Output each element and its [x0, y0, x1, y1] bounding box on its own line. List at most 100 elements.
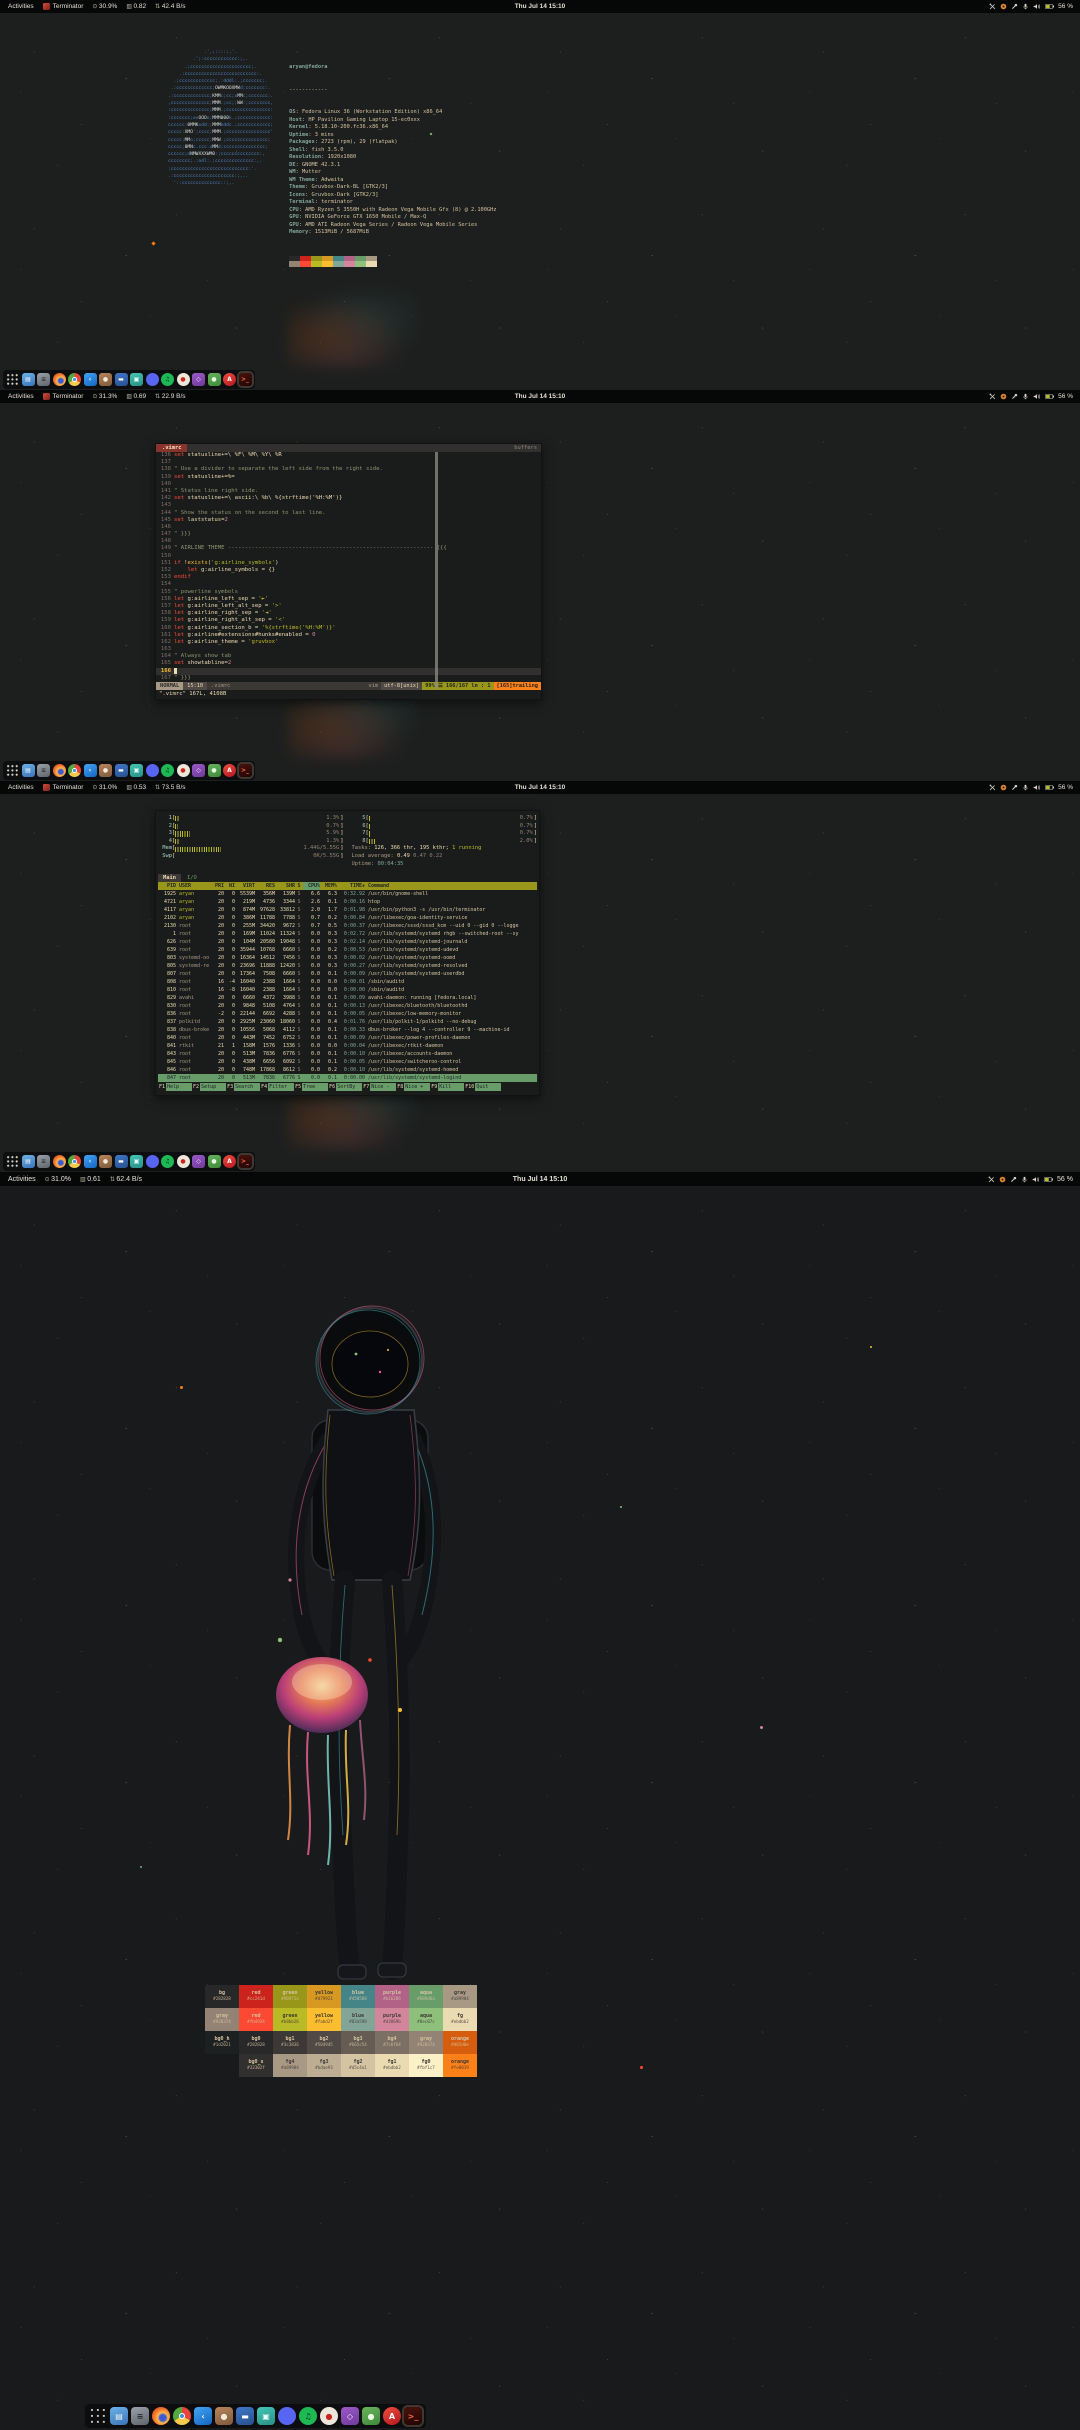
volume-icon[interactable] [1032, 1176, 1040, 1183]
discord-dock-icon[interactable] [278, 2407, 296, 2425]
cpu-usage-indicator[interactable]: ⊙ 31.0% [92, 784, 117, 791]
microphone-icon[interactable] [1022, 393, 1029, 400]
htop-process-row[interactable]: 626 root 20 0 104M 20580 19048 S 0.0 0.3 0:02.14/u… [158, 938, 537, 946]
tweaks-dock-icon[interactable]: ◇ [192, 373, 205, 386]
writer-dock-icon[interactable]: ▬ [114, 764, 128, 777]
fkey-f8[interactable]: F8 [396, 1083, 404, 1091]
htop-column-command[interactable]: Command [365, 882, 537, 890]
microphone-icon[interactable] [1022, 3, 1029, 10]
files-dock-icon[interactable]: ▤ [21, 1155, 35, 1168]
files-dock-icon[interactable]: ▤ [110, 2407, 128, 2425]
firefox-dock-icon[interactable] [52, 1155, 66, 1168]
desktop[interactable]: bg #282828 red #cc241d green #98971a yellow #d7… [0, 1186, 1080, 2430]
vscode-dock-icon[interactable]: ‹ [83, 764, 97, 777]
terminator-dock-icon[interactable]: >_ [238, 373, 252, 386]
microphone-icon[interactable] [1022, 784, 1029, 791]
htop-column-shr[interactable]: SHR [275, 882, 295, 890]
green-app-dock-icon[interactable]: ● [207, 373, 221, 386]
tools-icon[interactable] [989, 393, 996, 400]
chrome-dock-icon[interactable] [68, 1155, 81, 1168]
network-speed-indicator[interactable]: ⇅ 62.4 B/s [110, 1176, 142, 1183]
media-player-dock-icon[interactable]: ● [176, 1155, 190, 1168]
fkey-action-search[interactable]: Search [234, 1082, 261, 1091]
system-tray[interactable]: 56 % [989, 3, 1080, 10]
gimp-dock-icon[interactable]: ● [215, 2407, 233, 2425]
red-a-app-dock-icon[interactable]: A [223, 764, 236, 777]
htop-process-row[interactable]: 840 root 20 0 443M 7452 6752 S 0.0 0.1 0:00.09/usr… [158, 1034, 537, 1042]
spotify-dock-icon[interactable]: ♫ [161, 764, 174, 777]
htop-process-row[interactable]: 807 root 20 0 17364 7508 6660 S 0.0 0.1 0:00.09/us… [158, 970, 537, 978]
red-a-app-dock-icon[interactable]: A [383, 2407, 401, 2425]
gimp-dock-icon[interactable]: ● [99, 373, 112, 386]
update-indicator-icon[interactable] [999, 1176, 1006, 1183]
htop-process-row[interactable]: 829 avahi 20 0 6660 4372 3988 S 0.0 0.1 0:00.09 ava… [158, 994, 537, 1002]
battery-icon[interactable] [1045, 394, 1055, 399]
htop-process-row[interactable]: 1925 aryan 20 0 5539M 356M 139M S 6.6 6.3 0:32.92/… [158, 890, 537, 898]
tweaks-dock-icon[interactable]: ◇ [341, 2407, 359, 2425]
color-picker-icon[interactable] [1011, 393, 1018, 400]
htop-column-res[interactable]: RES [255, 882, 275, 890]
system-tray[interactable]: 56 % [988, 1176, 1080, 1183]
vscode-dock-icon[interactable]: ‹ [194, 2407, 212, 2425]
color-picker-icon[interactable] [1011, 784, 1018, 791]
htop-process-row[interactable]: 4117 aryan 20 0 874M 97628 33812 S 2.0 1.7 0:01.98… [158, 906, 537, 914]
clock-button[interactable]: Thu Jul 14 15:10 [515, 784, 566, 791]
desktop[interactable]: .',;::::;,'. .';:cccccccccccc:;,. .;cccc… [0, 13, 1080, 390]
htop-process-row[interactable]: 639 root 20 0 35944 10768 6660 S 0.0 0.2 0:00.53/u… [158, 946, 537, 954]
memory-load-indicator[interactable]: ▥ 0.82 [126, 3, 146, 10]
system-tray[interactable]: 56 % [989, 784, 1080, 791]
terminator-dock-icon[interactable]: >_ [404, 2407, 422, 2425]
discord-dock-icon[interactable] [145, 1155, 159, 1168]
htop-process-row[interactable]: 810 root 16 -8 16040 2388 1664 S 0.0 0.0 0:00.00/s… [158, 986, 537, 994]
vim-editor-area[interactable]: 136 set statusline+=\ %F\ %M\ %Y\ %R 137 13… [156, 452, 541, 682]
tweaks-dock-icon[interactable]: ◇ [192, 1155, 205, 1168]
gimp-dock-icon[interactable]: ● [99, 1155, 112, 1168]
gimp-dock-icon[interactable]: ● [99, 764, 112, 777]
show-apps-dock-icon[interactable] [89, 2407, 107, 2425]
fkey-action-sortby[interactable]: SortBy [336, 1082, 363, 1091]
fkey-action-nice[interactable]: Nice - [370, 1082, 397, 1091]
red-a-app-dock-icon[interactable]: A [223, 1155, 236, 1168]
htop-process-row[interactable]: 1 root 20 0 169M 11024 11324 S 0.0 0.3 0:02.72/usr… [158, 930, 537, 938]
update-indicator-icon[interactable] [1000, 784, 1007, 791]
text-editor-dock-icon[interactable]: ≡ [37, 1155, 50, 1168]
media-player-dock-icon[interactable]: ● [176, 373, 190, 386]
fkey-f7[interactable]: F7 [362, 1083, 370, 1091]
files-dock-icon[interactable]: ▤ [21, 764, 35, 777]
tools-icon[interactable] [988, 1176, 995, 1183]
htop-process-row[interactable]: 805 systemd-re 20 0 23696 11888 12420 S 0.0 0.3 0:… [158, 962, 537, 970]
vscode-dock-icon[interactable]: ‹ [83, 1155, 97, 1168]
vim-buffer-tab[interactable]: .vimrc [156, 444, 188, 452]
focused-app-menu[interactable]: Terminator [42, 3, 83, 10]
color-picker-icon[interactable] [1010, 1176, 1017, 1183]
spotify-dock-icon[interactable]: ♫ [161, 1155, 174, 1168]
focused-app-menu[interactable]: Terminator [42, 393, 83, 400]
htop-process-row[interactable]: 2102 aryan 20 0 386M 11788 7788 S 0.7 0.2 0:00.84/… [158, 914, 537, 922]
scrollbar[interactable] [435, 452, 438, 689]
fkey-action-kill[interactable]: Kill [438, 1082, 465, 1091]
focused-app-menu[interactable]: Terminator [42, 784, 83, 791]
boxes-dock-icon[interactable]: ▣ [130, 1155, 143, 1168]
htop-process-row[interactable]: 836 root -2 0 22144 6692 4288 S 0.0 0.1 0:00.05/us… [158, 1010, 537, 1018]
fkey-f10[interactable]: F10 [464, 1083, 475, 1091]
fkey-f4[interactable]: F4 [260, 1083, 268, 1091]
terminator-dock-icon[interactable]: >_ [238, 764, 252, 777]
battery-icon[interactable] [1044, 1176, 1054, 1182]
volume-icon[interactable] [1033, 393, 1041, 400]
htop-process-row[interactable]: 845 root 20 0 438M 6656 6092 S 0.0 0.1 0:00.05/usr… [158, 1058, 537, 1066]
htop-process-row[interactable]: 841 rtkit 21 1 158M 1576 1336 S 0.0 0.0 0:00.04/us… [158, 1042, 537, 1050]
firefox-dock-icon[interactable] [52, 764, 66, 777]
htop-process-row[interactable]: 2130 root 20 0 255M 34420 9672 S 0.7 0.5 0:00.37/u… [158, 922, 537, 930]
fkey-f5[interactable]: F5 [294, 1083, 302, 1091]
clock-button[interactable]: Thu Jul 14 15:10 [515, 393, 566, 400]
fkey-action-setup[interactable]: Setup [200, 1082, 227, 1091]
battery-icon[interactable] [1045, 785, 1055, 790]
htop-process-row[interactable]: 838 dbus-broke 20 0 10556 5068 4112 S 0.0 0.1 0:00… [158, 1026, 537, 1034]
writer-dock-icon[interactable]: ▬ [114, 1155, 128, 1168]
discord-dock-icon[interactable] [145, 373, 159, 386]
text-editor-dock-icon[interactable]: ≡ [131, 2407, 149, 2425]
show-apps-dock-icon[interactable] [6, 764, 19, 777]
memory-load-indicator[interactable]: ▥ 0.53 [126, 784, 146, 791]
htop-process-list[interactable]: 1925 aryan 20 0 5539M 356M 139M S 6.6 6.3 0:32.92/… [158, 890, 537, 1083]
activities-button[interactable]: Activities [8, 1176, 36, 1183]
